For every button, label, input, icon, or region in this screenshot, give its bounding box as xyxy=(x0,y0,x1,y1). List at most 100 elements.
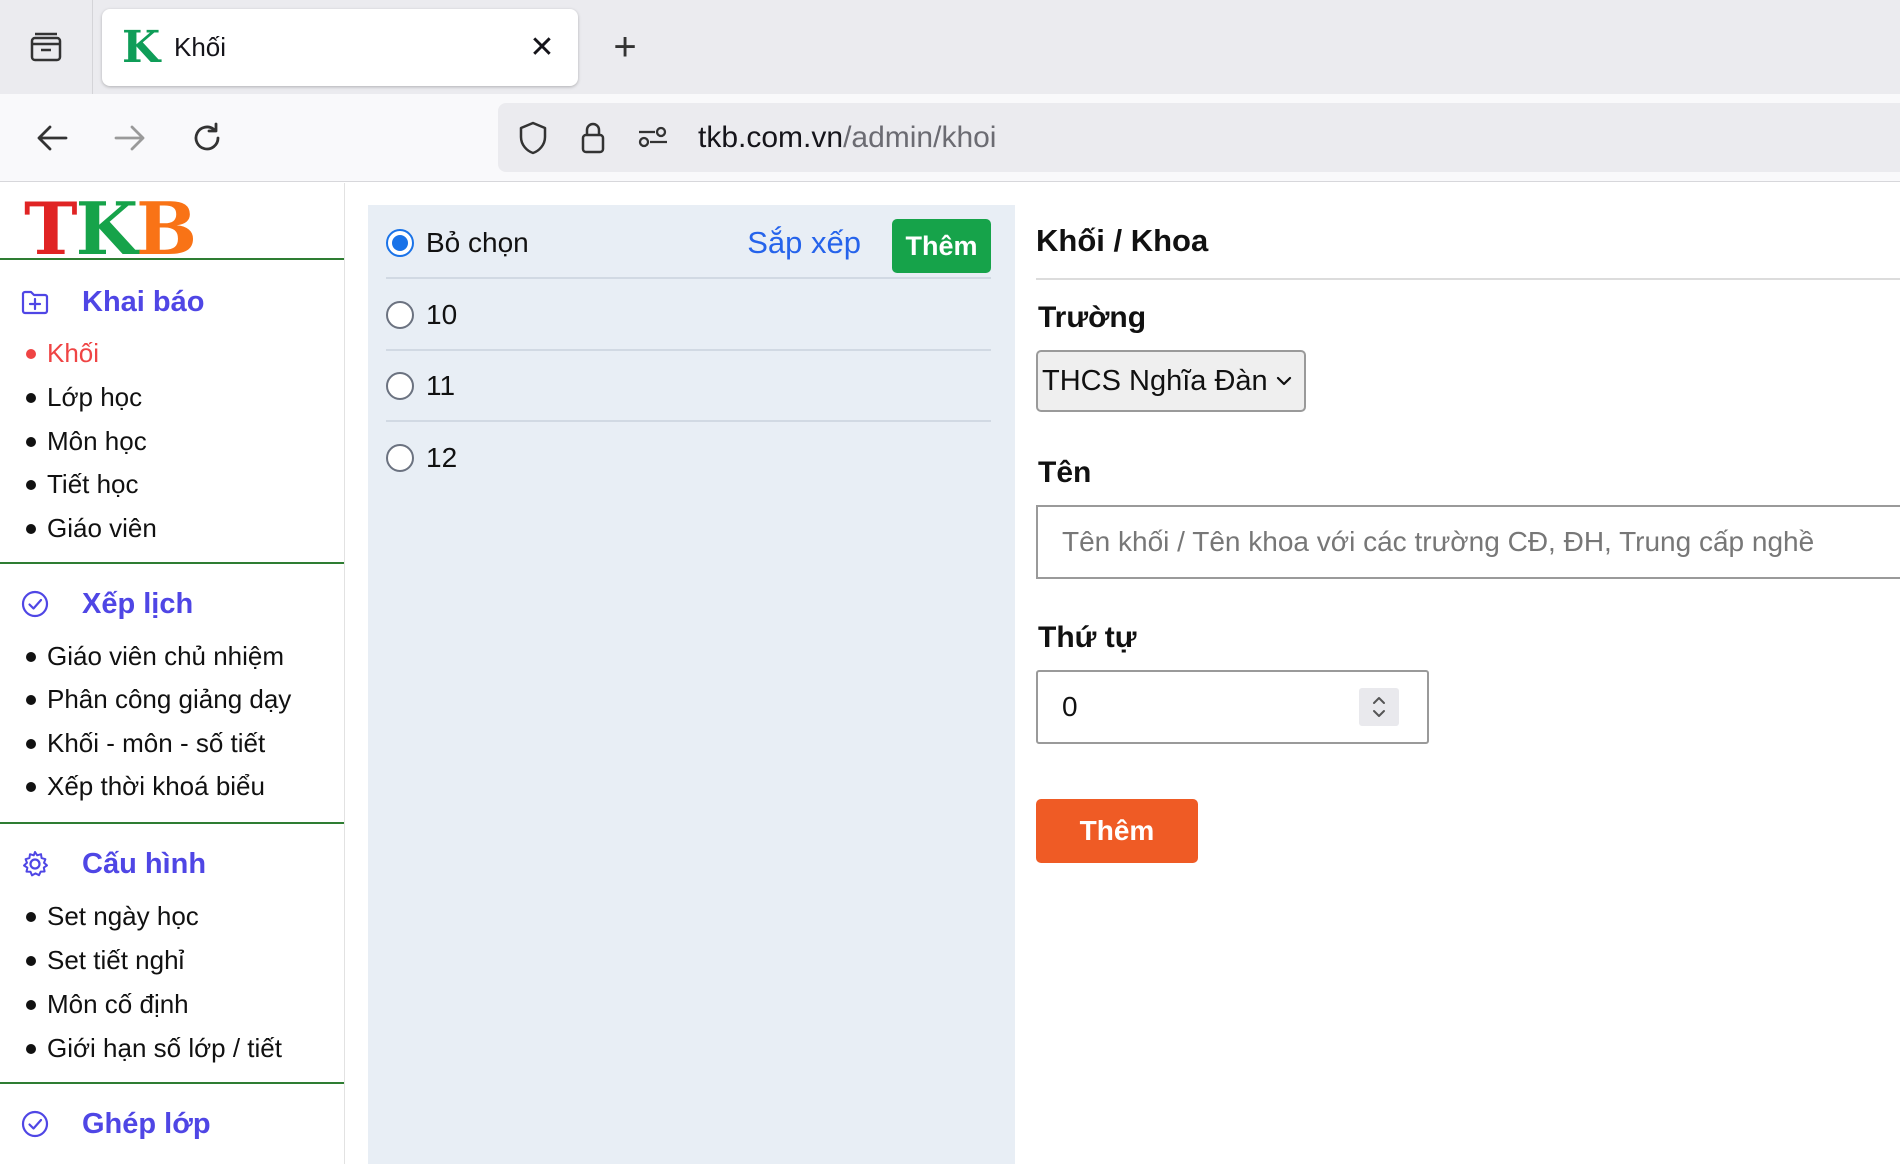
browser-tab-bar: K Khối ✕ + xyxy=(0,0,1900,94)
bullet xyxy=(26,523,36,534)
chevron-down-icon xyxy=(1276,370,1292,393)
sidebar-item-label: Môn học xyxy=(47,426,147,456)
school-label: Trường xyxy=(1038,301,1147,334)
url-bar[interactable]: tkb.com.vn/admin/khoi xyxy=(498,103,1900,172)
list-item[interactable]: 12 xyxy=(386,423,991,493)
bullet xyxy=(26,1043,36,1054)
section-ghep-lop[interactable]: Ghép lớp xyxy=(18,1107,211,1141)
lock-icon[interactable] xyxy=(568,113,618,163)
gear-icon xyxy=(18,847,52,881)
bullet xyxy=(26,651,36,662)
sidebar-item-giao-vien[interactable]: Giáo viên xyxy=(26,513,157,544)
school-select-value: THCS Nghĩa Đàn xyxy=(1042,364,1268,397)
browser-tab-khoi[interactable]: K Khối ✕ xyxy=(102,9,578,86)
folder-plus-icon xyxy=(18,285,52,319)
radio-label: 12 xyxy=(426,442,458,473)
bullet xyxy=(26,781,36,792)
sidebar-item-label: Giáo viên chủ nhiệm xyxy=(47,641,285,671)
form-divider xyxy=(1036,278,1900,280)
new-tab-button[interactable]: + xyxy=(600,22,650,72)
forward-button[interactable] xyxy=(106,114,154,162)
reload-button[interactable] xyxy=(183,114,231,162)
bullet xyxy=(26,999,36,1010)
sidebar-item-label: Tiết học xyxy=(47,469,139,499)
order-input-value: 0 xyxy=(1062,691,1078,722)
bullet xyxy=(26,479,36,490)
school-select[interactable]: THCS Nghĩa Đàn xyxy=(1036,350,1306,412)
sidebar-item-tiet-hoc[interactable]: Tiết học xyxy=(26,469,139,500)
bullet xyxy=(26,348,36,359)
section-label: Cấu hình xyxy=(82,847,207,880)
khoi-form: Khối / Khoa Trường THCS Nghĩa Đàn Tên Tê… xyxy=(1036,205,1900,1164)
tkb-favicon-icon: K xyxy=(122,21,161,73)
check-circle-icon xyxy=(18,587,52,621)
section-khai-bao[interactable]: Khai báo xyxy=(18,285,204,319)
sidebar-item-phan-cong-giang-day[interactable]: Phân công giảng dạy xyxy=(26,684,291,715)
sidebar-item-mon-co-dinh[interactable]: Môn cố định xyxy=(26,989,189,1020)
bullet xyxy=(26,738,36,749)
sidebar-item-label: Khối xyxy=(47,338,100,368)
khoi-list-panel: Bỏ chọn Sắp xếp Thêm 10 11 12 xyxy=(368,205,1015,1164)
sidebar-divider xyxy=(0,822,344,824)
sidebar-item-set-ngay-hoc[interactable]: Set ngày học xyxy=(26,901,199,932)
order-input[interactable]: 0 xyxy=(1036,670,1429,744)
radio-label: Bỏ chọn xyxy=(426,227,529,258)
arrow-left-icon xyxy=(37,125,68,151)
sidebar-item-label: Set ngày học xyxy=(47,901,199,931)
sidebar-item-label: Set tiết nghỉ xyxy=(47,945,185,975)
tkb-logo[interactable]: TKB xyxy=(24,193,197,265)
sort-link[interactable]: Sắp xếp xyxy=(747,225,861,261)
radio-khoi-12[interactable] xyxy=(386,444,414,472)
reload-icon xyxy=(194,122,220,151)
tab-title: Khối xyxy=(174,32,227,62)
bullet xyxy=(26,436,36,447)
section-cau-hinh[interactable]: Cấu hình xyxy=(18,847,206,881)
arrow-right-icon xyxy=(114,125,145,151)
name-input-placeholder: Tên khối / Tên khoa với các trường CĐ, Đ… xyxy=(1062,526,1815,557)
sidebar-item-gioi-han-so-lop-tiet[interactable]: Giới hạn số lớp / tiết xyxy=(26,1033,282,1064)
sidebar-item-set-tiet-nghi[interactable]: Set tiết nghỉ xyxy=(26,945,184,976)
form-title: Khối / Khoa xyxy=(1036,223,1209,258)
radio-khoi-11[interactable] xyxy=(386,372,414,400)
quantity-stepper[interactable] xyxy=(1359,688,1399,726)
sidebar-divider xyxy=(0,562,344,564)
submit-add-button[interactable]: Thêm xyxy=(1036,799,1198,863)
add-button-small[interactable]: Thêm xyxy=(892,219,991,273)
bullet xyxy=(26,911,36,922)
sidebar-item-label: Giới hạn số lớp / tiết xyxy=(47,1033,282,1063)
section-label: Khai báo xyxy=(82,285,205,318)
sidebar-item-khoi[interactable]: Khối xyxy=(26,338,99,369)
sidebar-item-label: Lớp học xyxy=(47,382,143,412)
sidebar-item-lop-hoc[interactable]: Lớp học xyxy=(26,382,142,413)
section-xep-lich[interactable]: Xếp lịch xyxy=(18,587,193,621)
sidebar-item-giao-vien-chu-nhiem[interactable]: Giáo viên chủ nhiệm xyxy=(26,641,284,672)
radio-deselect[interactable] xyxy=(386,229,414,257)
list-row-deselect[interactable]: Bỏ chọn Sắp xếp Thêm xyxy=(386,209,991,279)
sidebar-item-label: Khối - môn - số tiết xyxy=(47,728,266,758)
url-path: /admin/khoi xyxy=(843,120,997,154)
name-input[interactable]: Tên khối / Tên khoa với các trường CĐ, Đ… xyxy=(1036,505,1900,579)
radio-label: 10 xyxy=(426,299,458,330)
shield-icon[interactable] xyxy=(508,113,558,163)
radio-khoi-10[interactable] xyxy=(386,301,414,329)
site-permissions-icon[interactable] xyxy=(628,113,678,163)
sidebar-item-mon-hoc[interactable]: Môn học xyxy=(26,426,147,457)
url-text[interactable]: tkb.com.vn/admin/khoi xyxy=(698,121,996,155)
sidebar-item-khoi-mon-so-tiet[interactable]: Khối - môn - số tiết xyxy=(26,728,265,759)
list-item[interactable]: 11 xyxy=(386,352,991,422)
stepper-arrows-icon xyxy=(1373,697,1385,717)
sidebar-item-label: Giáo viên xyxy=(47,513,157,543)
browser-nav-bar: tkb.com.vn/admin/khoi xyxy=(0,94,1900,182)
section-label: Ghép lớp xyxy=(82,1107,211,1140)
sidebar-item-xep-thoi-khoa-bieu[interactable]: Xếp thời khoá biểu xyxy=(26,771,265,802)
tab-close-icon[interactable]: ✕ xyxy=(526,30,558,65)
tab-list-button[interactable] xyxy=(0,0,93,94)
sidebar-item-label: Xếp thời khoá biểu xyxy=(47,771,265,801)
back-button[interactable] xyxy=(28,114,76,162)
check-circle-icon xyxy=(18,1107,52,1141)
order-label: Thứ tự xyxy=(1038,621,1137,654)
sidebar-divider xyxy=(0,258,344,260)
list-item[interactable]: 10 xyxy=(386,281,991,351)
bullet xyxy=(26,694,36,705)
sidebar: TKB Khai báo Khối Lớp học Môn học Tiết h… xyxy=(0,183,345,1164)
